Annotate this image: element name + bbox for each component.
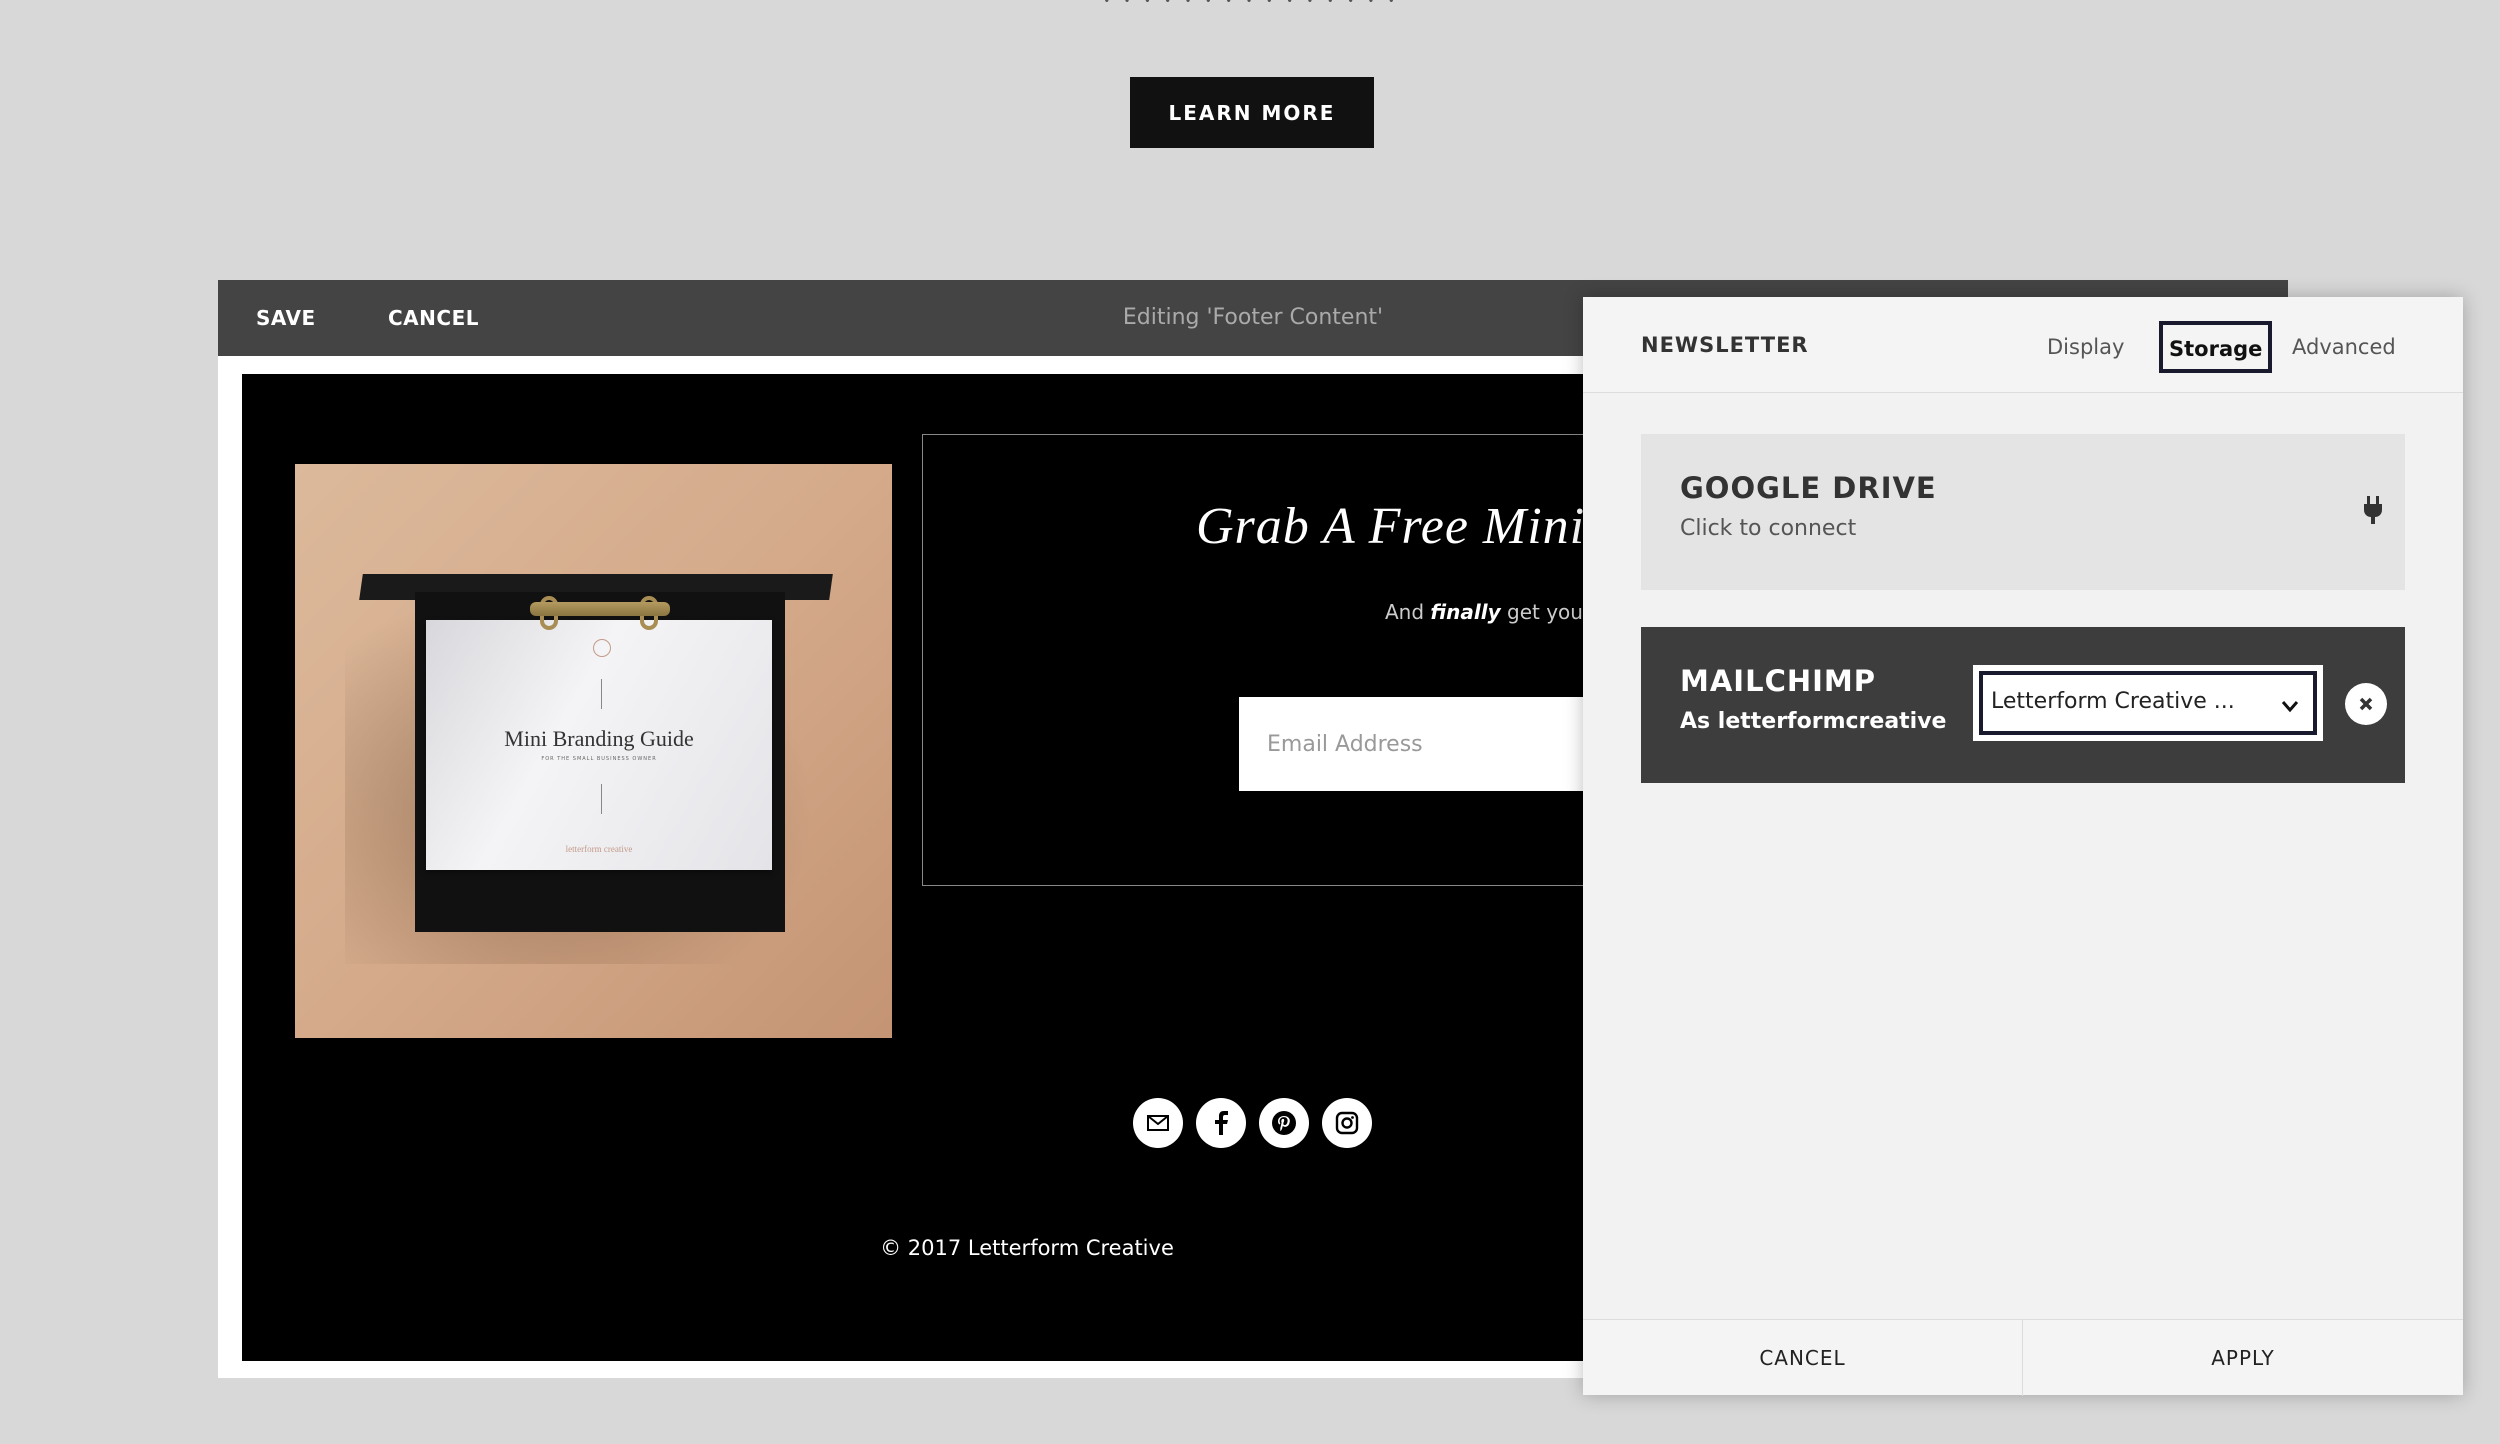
newsletter-settings-panel: NEWSLETTER Display Storage Advanced GOOG…	[1583, 297, 2463, 1396]
guide-brand: letterform creative	[565, 844, 633, 854]
panel-cancel-button[interactable]: CANCEL	[1583, 1320, 2023, 1396]
remove-icon	[2359, 697, 2373, 711]
selected-list: Letterform Creative ...	[1991, 689, 2235, 714]
panel-header: NEWSLETTER Display Storage Advanced	[1583, 297, 2463, 393]
service-name: MAILCHIMP	[1680, 664, 1877, 698]
binder-clip	[530, 602, 670, 616]
paper-divider	[601, 679, 602, 709]
footer-content-canvas[interactable]: Mini Branding Guide FOR THE SMALL BUSINE…	[242, 374, 1668, 1361]
save-button[interactable]: SAVE	[256, 280, 316, 356]
mailchimp-connection: MAILCHIMP As letterformcreative Letterfo…	[1641, 627, 2405, 783]
pinterest-icon[interactable]	[1259, 1098, 1309, 1148]
instagram-icon[interactable]	[1322, 1098, 1372, 1148]
remove-mailchimp-button[interactable]	[2345, 683, 2387, 725]
hero-text-fragment: · · · · · · · · · · · · · · ·	[1102, 0, 1398, 17]
plug-icon	[2364, 496, 2382, 524]
service-account: As letterformcreative	[1680, 709, 1947, 734]
panel-footer: CANCEL APPLY	[1583, 1319, 2463, 1396]
guide-subtitle: FOR THE SMALL BUSINESS OWNER	[541, 756, 657, 762]
facebook-icon[interactable]	[1196, 1098, 1246, 1148]
service-status: Click to connect	[1680, 516, 1857, 541]
mailchimp-list-select[interactable]: Letterform Creative ...	[1973, 665, 2323, 741]
list-dropdown[interactable]: Letterform Creative ...	[1979, 671, 2317, 735]
product-image[interactable]: Mini Branding Guide FOR THE SMALL BUSINE…	[295, 464, 892, 1038]
service-name: GOOGLE DRIVE	[1680, 471, 1937, 505]
tab-storage[interactable]: Storage	[2159, 321, 2273, 373]
paper-seal	[593, 639, 611, 657]
tab-advanced[interactable]: Advanced	[2286, 321, 2402, 373]
guide-title: Mini Branding Guide	[504, 726, 694, 751]
chevron-down-icon	[2281, 701, 2299, 713]
learn-more-button[interactable]: LEARN MORE	[1130, 77, 1374, 148]
panel-apply-button[interactable]: APPLY	[2023, 1320, 2463, 1396]
copyright-text: © 2017 Letterform Creative	[880, 1236, 1174, 1260]
panel-title: NEWSLETTER	[1641, 333, 1809, 357]
newsletter-title: Grab A Free Mini	[1196, 498, 1586, 555]
tab-display[interactable]: Display	[2041, 321, 2130, 373]
newsletter-block[interactable]: Grab A Free Mini And finally get your br	[922, 434, 1668, 886]
cancel-button[interactable]: CANCEL	[388, 280, 479, 356]
mail-icon[interactable]	[1133, 1098, 1183, 1148]
paper-divider	[601, 784, 602, 814]
google-drive-connect[interactable]: GOOGLE DRIVE Click to connect	[1641, 434, 2405, 590]
